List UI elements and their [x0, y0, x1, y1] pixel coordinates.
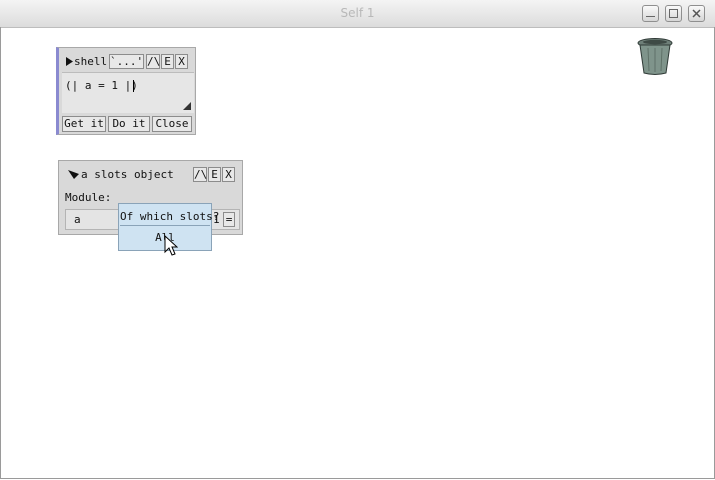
- expand-triangle-icon[interactable]: [66, 57, 73, 66]
- maximize-icon[interactable]: [665, 5, 682, 22]
- close-icon[interactable]: [688, 5, 705, 22]
- resize-handle-icon[interactable]: [183, 102, 191, 110]
- mouse-pointer-icon: [164, 235, 178, 256]
- window-title: Self 1: [340, 6, 375, 20]
- collapse-triangle-icon[interactable]: [68, 169, 79, 179]
- trash-can-icon[interactable]: [636, 36, 674, 76]
- menu-title: Of which slots?: [120, 210, 219, 226]
- slot-name: a: [74, 213, 81, 226]
- do-it-button[interactable]: Do it: [108, 116, 150, 132]
- text-cursor: [133, 80, 134, 92]
- minimize-icon[interactable]: [642, 5, 659, 22]
- ellipsis-button[interactable]: `...': [109, 54, 144, 69]
- edit-button[interactable]: E: [161, 54, 174, 69]
- module-label: Module:: [65, 191, 112, 204]
- edit-button[interactable]: E: [208, 167, 221, 182]
- up-button[interactable]: /\: [193, 167, 207, 182]
- close-action-button[interactable]: Close: [152, 116, 192, 132]
- title-bar[interactable]: Self 1: [0, 0, 715, 28]
- shell-title: shell: [74, 55, 108, 68]
- close-button[interactable]: X: [175, 54, 188, 69]
- close-button[interactable]: X: [222, 167, 235, 182]
- expression-editor[interactable]: (| a = 1 |): [62, 72, 194, 113]
- slot-eq-button[interactable]: =: [223, 212, 235, 227]
- get-it-button[interactable]: Get it: [62, 116, 106, 132]
- shell-outliner[interactable]: shell `...' /\ E X (| a = 1 |) Get it Do…: [56, 47, 196, 135]
- up-button[interactable]: /\: [146, 54, 160, 69]
- expression-text[interactable]: (| a = 1 |): [65, 79, 138, 93]
- slots-title: a slots object: [81, 168, 174, 181]
